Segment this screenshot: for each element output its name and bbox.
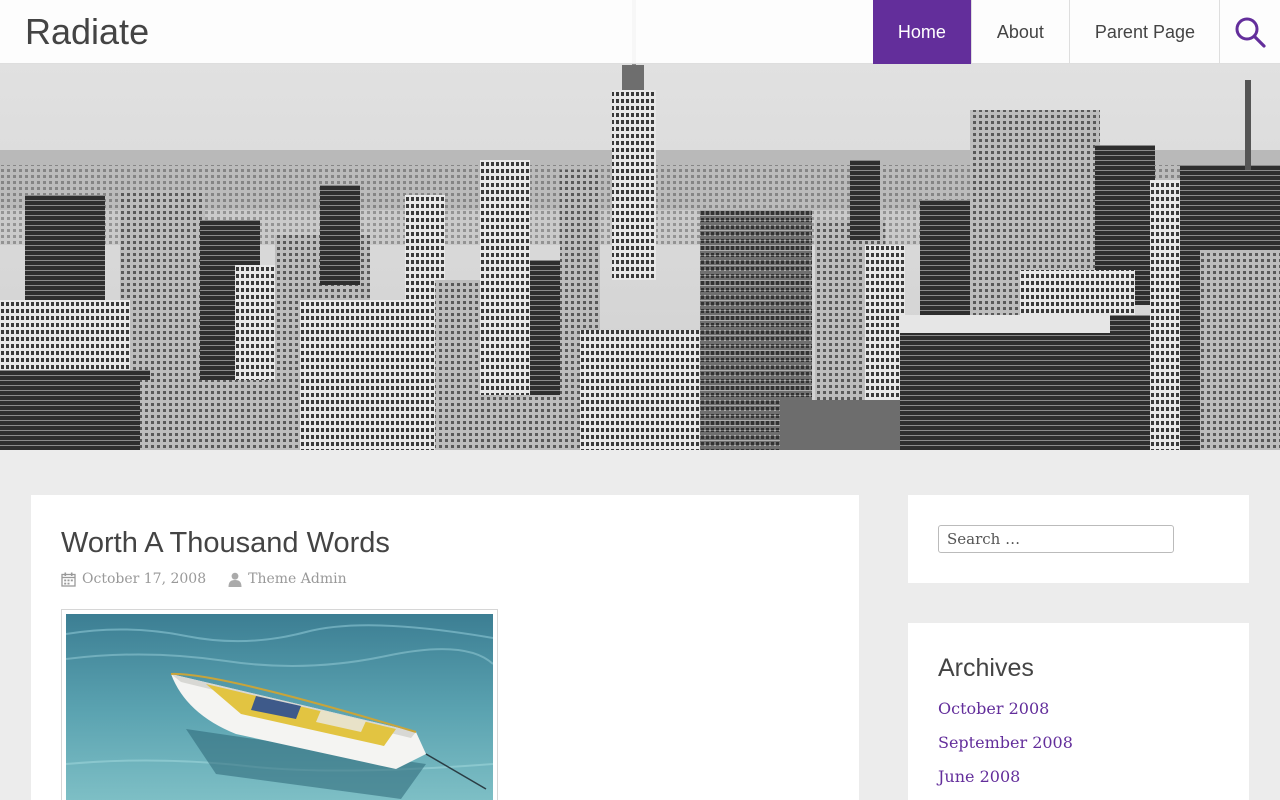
- post-image[interactable]: [61, 609, 498, 800]
- nav-item-home[interactable]: Home: [872, 0, 971, 64]
- nav-item-about[interactable]: About: [970, 0, 1069, 64]
- boat-image: [66, 614, 493, 800]
- archives-widget: Archives October 2008 September 2008 Jun…: [908, 623, 1249, 800]
- header-search-button[interactable]: [1219, 0, 1280, 64]
- main-navigation: Home About Parent Page: [872, 0, 1220, 64]
- list-item: October 2008: [938, 699, 1219, 733]
- list-item: September 2008: [938, 733, 1219, 767]
- archive-link-june-2008[interactable]: June 2008: [938, 767, 1020, 786]
- search-input[interactable]: [938, 525, 1174, 553]
- archives-list: October 2008 September 2008 June 2008: [938, 699, 1219, 800]
- nav-item-parent-page[interactable]: Parent Page: [1068, 0, 1220, 64]
- calendar-icon: [61, 572, 76, 587]
- city-skyline-image: [0, 0, 1280, 450]
- post-author-link[interactable]: Theme Admin: [248, 571, 347, 587]
- post-title[interactable]: Worth A Thousand Words: [61, 525, 829, 561]
- post-date-link[interactable]: October 17, 2008: [82, 571, 206, 587]
- post-meta: October 17, 2008 Theme Admin: [61, 571, 829, 587]
- archive-link-october-2008[interactable]: October 2008: [938, 699, 1049, 718]
- site-title[interactable]: Radiate: [25, 12, 149, 52]
- search-widget: [908, 495, 1249, 583]
- list-item: June 2008: [938, 767, 1219, 800]
- post-article: Worth A Thousand Words October 17, 2008 …: [31, 495, 859, 800]
- site-header: Radiate Home About Parent Page: [0, 0, 1280, 64]
- post-date: October 17, 2008: [61, 571, 206, 587]
- archive-link-september-2008[interactable]: September 2008: [938, 733, 1073, 752]
- user-icon: [228, 572, 242, 587]
- search-icon: [1235, 17, 1266, 48]
- header-image: [0, 0, 1280, 450]
- post-author: Theme Admin: [228, 571, 347, 587]
- archives-title: Archives: [938, 654, 1034, 682]
